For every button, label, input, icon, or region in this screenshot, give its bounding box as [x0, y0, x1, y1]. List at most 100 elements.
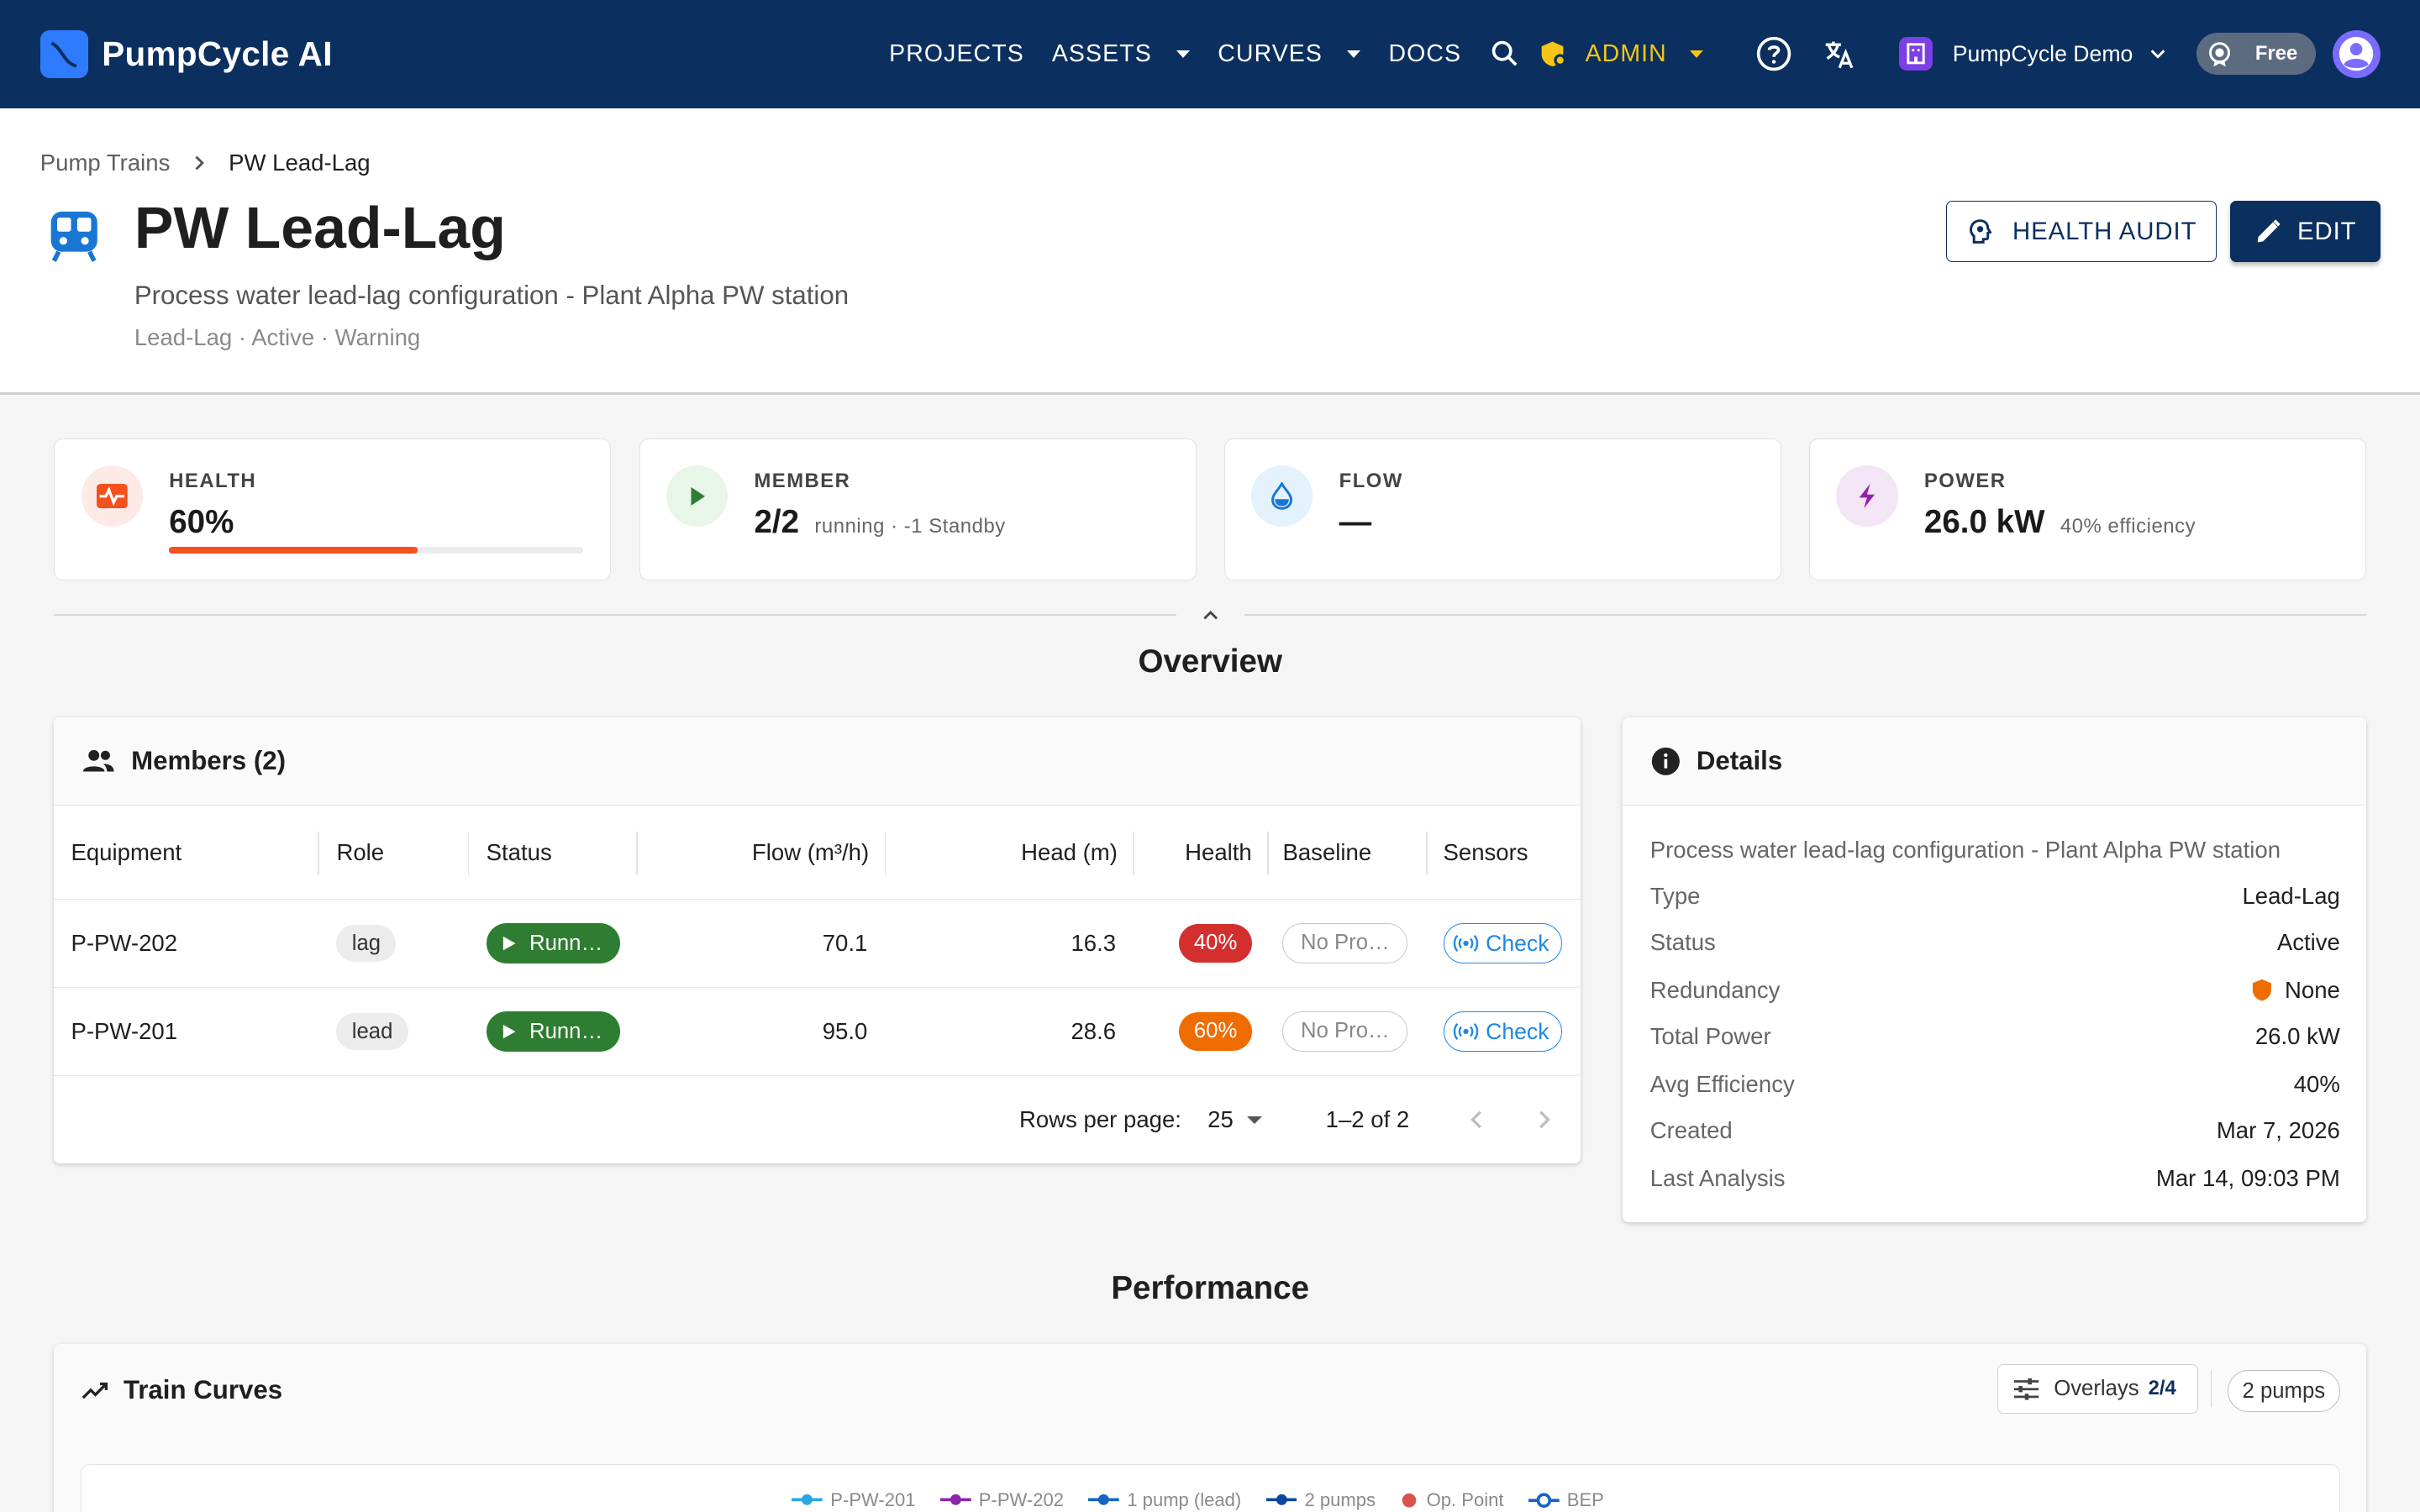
nav-docs[interactable]: DOCS [1388, 40, 1461, 68]
role-chip: lead [336, 1013, 408, 1050]
sensor-check-button[interactable]: Check [1443, 1011, 1562, 1052]
legend-item[interactable]: BEP [1528, 1489, 1604, 1511]
equipment-cell[interactable]: P-PW-202 [54, 899, 320, 989]
org-name: PumpCycle Demo [1952, 40, 2133, 66]
rows-per-page-select[interactable]: 25 [1207, 1106, 1263, 1133]
details-title: Details [1696, 746, 1783, 776]
health-audit-icon [1969, 219, 1992, 244]
chevron-down-icon [1690, 50, 1704, 58]
avatar [2332, 29, 2381, 78]
details-card-header: Details [1622, 717, 2367, 806]
health-progress-bar [169, 547, 583, 554]
admin-shield-icon [1542, 41, 1567, 66]
col-head[interactable]: Head (m) [886, 805, 1135, 900]
user-avatar-button[interactable] [2332, 0, 2381, 108]
members-card-header: Members (2) [54, 717, 1581, 806]
nav-projects[interactable]: PROJECTS [889, 40, 1024, 68]
plan-badge[interactable]: Free [2196, 0, 2317, 108]
table-row[interactable]: P-PW-202 lag Runn… 70.1 16.3 40% No Pro…… [54, 899, 1581, 989]
flow-value: — [1339, 503, 1372, 540]
heart-monitor-icon [81, 465, 143, 528]
edit-label: EDIT [2296, 217, 2357, 245]
legend-line-marker [939, 1494, 971, 1506]
legend-line-marker [1088, 1494, 1120, 1506]
pumps-chip[interactable]: 2 pumps [2227, 1370, 2340, 1412]
rows-per-page-label: Rows per page: [1019, 1106, 1181, 1133]
overview-heading: Overview [1138, 643, 1282, 680]
health-audit-button[interactable]: HEALTH AUDIT [1946, 200, 2217, 263]
shield-icon [2252, 979, 2271, 1001]
edit-button[interactable]: EDIT [2230, 200, 2381, 263]
col-sensors[interactable]: Sensors [1428, 805, 1581, 900]
power-label: POWER [1923, 470, 2007, 493]
detail-row-status: Status Active [1649, 928, 2340, 955]
page-title: PW Lead-Lag [134, 195, 506, 261]
baseline-chip[interactable]: No Pro… [1282, 923, 1408, 964]
collapse-button[interactable] [1198, 603, 1223, 634]
chevron-right-icon[interactable] [1534, 1109, 1553, 1131]
translate-icon [1826, 41, 1854, 69]
plan-label: Free [2254, 42, 2298, 66]
train-curves-header: Train Curves [82, 1375, 282, 1405]
member-label: MEMBER [754, 470, 851, 493]
health-stat-card: HEALTH 60% [54, 438, 612, 580]
health-progress-fill [169, 547, 418, 554]
health-audit-label: HEALTH AUDIT [2012, 217, 2197, 245]
power-efficiency: 40% efficiency [2060, 514, 2196, 538]
breadcrumb-root[interactable]: Pump Trains [40, 150, 171, 176]
col-baseline[interactable]: Baseline [1268, 805, 1428, 900]
health-chip: 40% [1179, 924, 1252, 963]
detail-row-type: Type Lead-Lag [1649, 882, 2340, 909]
admin-menu[interactable]: ADMIN [1539, 0, 1704, 108]
equipment-cell[interactable]: P-PW-201 [54, 987, 320, 1076]
search-icon [1491, 40, 1518, 66]
app-name: PumpCycle AI [102, 34, 333, 73]
org-switcher[interactable]: PumpCycle Demo [1898, 0, 2167, 108]
breadcrumb-current: PW Lead-Lag [229, 150, 371, 176]
chevron-left-icon[interactable] [1468, 1109, 1486, 1131]
overlays-button[interactable]: Overlays 2/4 [1997, 1363, 2198, 1414]
health-chip: 60% [1179, 1012, 1252, 1051]
col-role[interactable]: Role [319, 805, 470, 900]
toolbar-divider [2210, 1370, 2212, 1408]
baseline-chip[interactable]: No Pro… [1282, 1011, 1408, 1052]
overlays-label: Overlays [2054, 1376, 2139, 1400]
nav-assets[interactable]: ASSETS [1052, 40, 1191, 68]
chevron-down-icon [2150, 50, 2165, 60]
chevron-up-icon [1202, 611, 1218, 620]
legend-item[interactable]: 1 pump (lead) [1088, 1489, 1241, 1511]
detail-row-redundancy: Redundancy None [1649, 976, 2340, 1003]
bolt-icon [1836, 465, 1898, 528]
legend-item[interactable]: Op. Point [1400, 1489, 1504, 1511]
nav-curves[interactable]: CURVES [1218, 40, 1361, 68]
legend-item[interactable]: P-PW-201 [792, 1489, 916, 1511]
detail-row-avg-efficiency: Avg Efficiency 40% [1649, 1070, 2340, 1097]
help-icon [1756, 37, 1791, 71]
table-pagination: Rows per page: 25 1–2 of 2 [54, 1076, 1581, 1163]
page-subtitle: Process water lead-lag configuration - P… [134, 281, 850, 311]
chevron-down-icon [1176, 50, 1191, 58]
chevron-right-icon [195, 155, 205, 171]
search-button[interactable] [1490, 0, 1521, 108]
app-logo[interactable]: PumpCycle AI [39, 29, 333, 78]
organization-icon [1898, 37, 1933, 71]
col-flow[interactable]: Flow (m³/h) [637, 805, 886, 900]
main-nav: PROJECTS ASSETS CURVES DOCS [889, 0, 1489, 108]
overlays-count: 2/4 [2148, 1377, 2176, 1400]
sensor-check-button[interactable]: Check [1443, 923, 1562, 964]
legend-ring-marker [1528, 1492, 1560, 1508]
sensor-icon [1453, 1022, 1478, 1041]
legend-item[interactable]: 2 pumps [1265, 1489, 1376, 1511]
performance-heading: Performance [1111, 1269, 1310, 1306]
language-button[interactable] [1823, 0, 1856, 108]
col-equipment[interactable]: Equipment [54, 805, 320, 900]
col-health[interactable]: Health [1134, 805, 1269, 900]
page-header: Pump Trains PW Lead-Lag PW Lead-Lag Proc… [0, 108, 2420, 396]
help-button[interactable] [1755, 0, 1792, 108]
table-row[interactable]: P-PW-201 lead Runn… 95.0 28.6 60% No Pro… [54, 987, 1581, 1076]
members-card: Members (2) Equipment Role Status Flow (… [54, 717, 1581, 1164]
col-status[interactable]: Status [469, 805, 638, 900]
legend-line-marker [1265, 1494, 1297, 1506]
power-stat-card: POWER 26.0 kW 40% efficiency [1808, 438, 2367, 580]
legend-item[interactable]: P-PW-202 [939, 1489, 1064, 1511]
